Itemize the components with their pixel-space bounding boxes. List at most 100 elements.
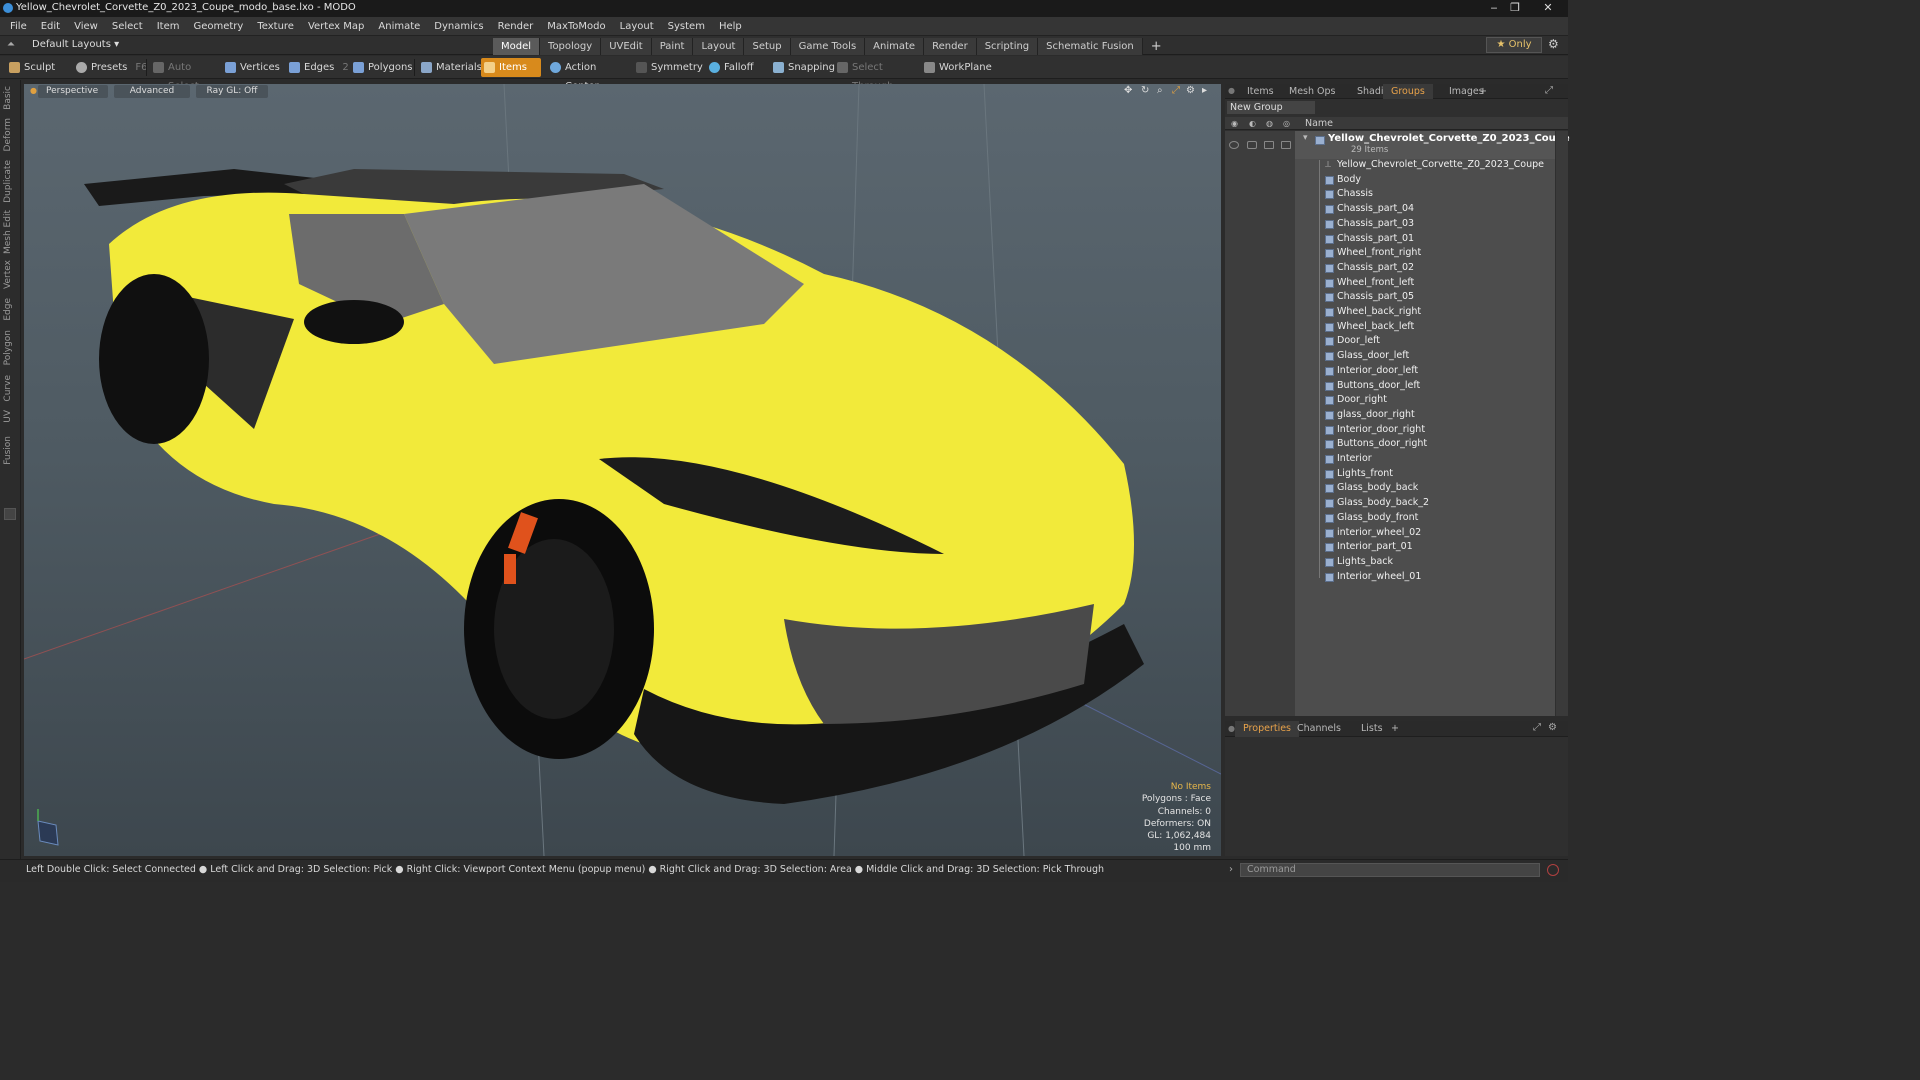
viewport-menu-icon[interactable]: ● xyxy=(30,86,37,95)
tab-deform[interactable]: Deform xyxy=(3,118,17,151)
default-layouts-dropdown[interactable]: Default Layouts ▾ xyxy=(32,39,119,50)
close-button[interactable]: ✕ xyxy=(1538,0,1558,15)
workplane-button[interactable]: WorkPlane xyxy=(921,58,992,77)
3d-viewport[interactable]: ● Perspective Advanced Ray GL: Off ✥ ↻ ⌕… xyxy=(24,84,1221,856)
auto-select-button[interactable]: Auto Select xyxy=(150,58,218,92)
group-root-name[interactable]: Yellow_Chevrolet_Corvette_Z0_2023_Coupe xyxy=(1328,132,1570,146)
menu-animate[interactable]: Animate xyxy=(371,17,427,36)
tab-game-tools[interactable]: Game Tools xyxy=(790,37,866,55)
viewport-settings-icon[interactable]: ⚙ xyxy=(1186,85,1195,96)
list-item[interactable]: glass_door_right xyxy=(1325,408,1415,422)
tab-topology[interactable]: Topology xyxy=(540,37,602,55)
list-item[interactable]: Chassis_part_04 xyxy=(1325,202,1414,216)
list-item[interactable]: Wheel_front_left xyxy=(1325,276,1414,290)
menu-layout[interactable]: Layout xyxy=(613,17,661,36)
items-button[interactable]: Items xyxy=(481,58,541,77)
add-panel-tab-button[interactable]: + xyxy=(1471,84,1495,99)
add-props-tab-button[interactable]: + xyxy=(1383,721,1407,737)
minimize-button[interactable]: ‒ xyxy=(1484,0,1504,15)
menu-geometry[interactable]: Geometry xyxy=(186,17,250,36)
list-item[interactable]: Glass_body_back xyxy=(1325,481,1418,495)
list-item[interactable]: Door_right xyxy=(1325,393,1387,407)
only-toggle[interactable]: ★ Only xyxy=(1486,37,1542,53)
collapse-arrow-icon[interactable]: ▾ xyxy=(1303,133,1308,143)
command-input[interactable]: Command xyxy=(1240,863,1540,877)
fit-view-icon[interactable]: ⤢ xyxy=(1172,85,1180,96)
new-group-button[interactable]: New Group xyxy=(1227,101,1315,114)
list-item[interactable]: Interior_part_01 xyxy=(1325,540,1413,554)
props-menu-icon[interactable]: ● xyxy=(1228,724,1235,733)
render-toggle-icon[interactable] xyxy=(1247,141,1257,149)
tab-basic[interactable]: Basic xyxy=(3,86,17,110)
props-settings-icon[interactable]: ⚙ xyxy=(1548,722,1557,733)
action-center-button[interactable]: Action Center xyxy=(547,58,627,92)
snapping-button[interactable]: Snapping xyxy=(770,58,835,77)
vertices-button[interactable]: Vertices1 xyxy=(222,58,294,77)
list-item[interactable]: Glass_door_left xyxy=(1325,349,1409,363)
list-item[interactable]: Wheel_front_right xyxy=(1325,246,1421,260)
tab-polygon[interactable]: Polygon xyxy=(3,330,17,365)
falloff-button[interactable]: Falloff xyxy=(706,58,762,77)
select-column-icon[interactable]: ◎ xyxy=(1283,119,1290,128)
list-item[interactable]: interior_wheel_02 xyxy=(1325,526,1421,540)
list-item[interactable]: Glass_body_back_2 xyxy=(1325,496,1429,510)
lock-toggle-icon[interactable] xyxy=(1264,141,1274,149)
tab-curve[interactable]: Curve xyxy=(3,375,17,402)
list-item[interactable]: Chassis_part_01 xyxy=(1325,232,1414,246)
tab-duplicate[interactable]: Duplicate xyxy=(3,160,17,203)
tab-fusion[interactable]: Fusion xyxy=(3,436,17,465)
tab-layout[interactable]: Layout xyxy=(693,37,745,55)
menu-texture[interactable]: Texture xyxy=(250,17,301,36)
list-item[interactable]: Buttons_door_left xyxy=(1325,379,1420,393)
menu-dynamics[interactable]: Dynamics xyxy=(427,17,490,36)
list-item[interactable]: Interior_door_left xyxy=(1325,364,1418,378)
list-item[interactable]: Chassis_part_03 xyxy=(1325,217,1414,231)
menu-select[interactable]: Select xyxy=(105,17,150,36)
tab-setup[interactable]: Setup xyxy=(744,37,791,55)
tab-animate[interactable]: Animate xyxy=(865,37,925,55)
menu-system[interactable]: System xyxy=(661,17,712,36)
tab-uv[interactable]: UV xyxy=(3,410,17,423)
menu-edit[interactable]: Edit xyxy=(34,17,67,36)
tab-vertex[interactable]: Vertex xyxy=(3,260,17,289)
raygl-toggle[interactable]: Ray GL: Off xyxy=(196,85,268,98)
tab-edge[interactable]: Edge xyxy=(3,298,17,321)
maximize-button[interactable]: ❐ xyxy=(1505,0,1525,15)
perspective-dropdown[interactable]: Perspective xyxy=(38,85,108,98)
menu-vertex-map[interactable]: Vertex Map xyxy=(301,17,371,36)
zoom-view-icon[interactable]: ⌕ xyxy=(1157,85,1163,96)
move-view-icon[interactable]: ✥ xyxy=(1124,85,1132,96)
lock-column-icon[interactable]: ◍ xyxy=(1266,119,1273,128)
materials-button[interactable]: Materials xyxy=(418,58,482,77)
list-scrollbar[interactable] xyxy=(1556,131,1568,716)
add-tab-button[interactable]: + xyxy=(1143,38,1170,55)
tab-model[interactable]: Model xyxy=(493,37,541,55)
props-expand-icon[interactable]: ⤢ xyxy=(1533,722,1541,733)
menu-help[interactable]: Help xyxy=(712,17,749,36)
name-column-header[interactable]: Name xyxy=(1305,118,1333,129)
list-item[interactable]: Wheel_back_right xyxy=(1325,305,1421,319)
list-item[interactable]: Interior_door_right xyxy=(1325,423,1425,437)
advanced-dropdown[interactable]: Advanced xyxy=(114,85,190,98)
list-item[interactable]: Lights_back xyxy=(1325,555,1393,569)
panel-expand-icon[interactable]: ⤢ xyxy=(1545,85,1553,96)
sculpt-button[interactable]: Sculpt xyxy=(6,58,68,77)
list-item[interactable]: Chassis_part_02 xyxy=(1325,261,1414,275)
tab-schematic-fusion[interactable]: Schematic Fusion xyxy=(1038,37,1143,55)
menu-file[interactable]: File xyxy=(3,17,34,36)
tab-render[interactable]: Render xyxy=(924,37,977,55)
presets-button[interactable]: Presets F6 xyxy=(73,58,148,77)
list-item[interactable]: Buttons_door_right xyxy=(1325,437,1427,451)
tab-scripting[interactable]: Scripting xyxy=(976,37,1039,55)
list-item[interactable]: Lights_front xyxy=(1325,467,1393,481)
polygons-button[interactable]: Polygons xyxy=(350,58,413,77)
select-through-button[interactable]: Select Through xyxy=(834,58,916,92)
symmetry-button[interactable]: Symmetry xyxy=(633,58,703,77)
list-item[interactable]: Body xyxy=(1325,173,1361,187)
list-item[interactable]: Interior xyxy=(1325,452,1372,466)
list-item[interactable]: Interior_wheel_01 xyxy=(1325,570,1421,584)
menu-view[interactable]: View xyxy=(67,17,105,36)
layout-arrow-icon[interactable]: ⏶ xyxy=(7,39,15,50)
tab-mesh-ops[interactable]: Mesh Ops xyxy=(1281,84,1344,99)
list-item[interactable]: Chassis_part_05 xyxy=(1325,290,1414,304)
